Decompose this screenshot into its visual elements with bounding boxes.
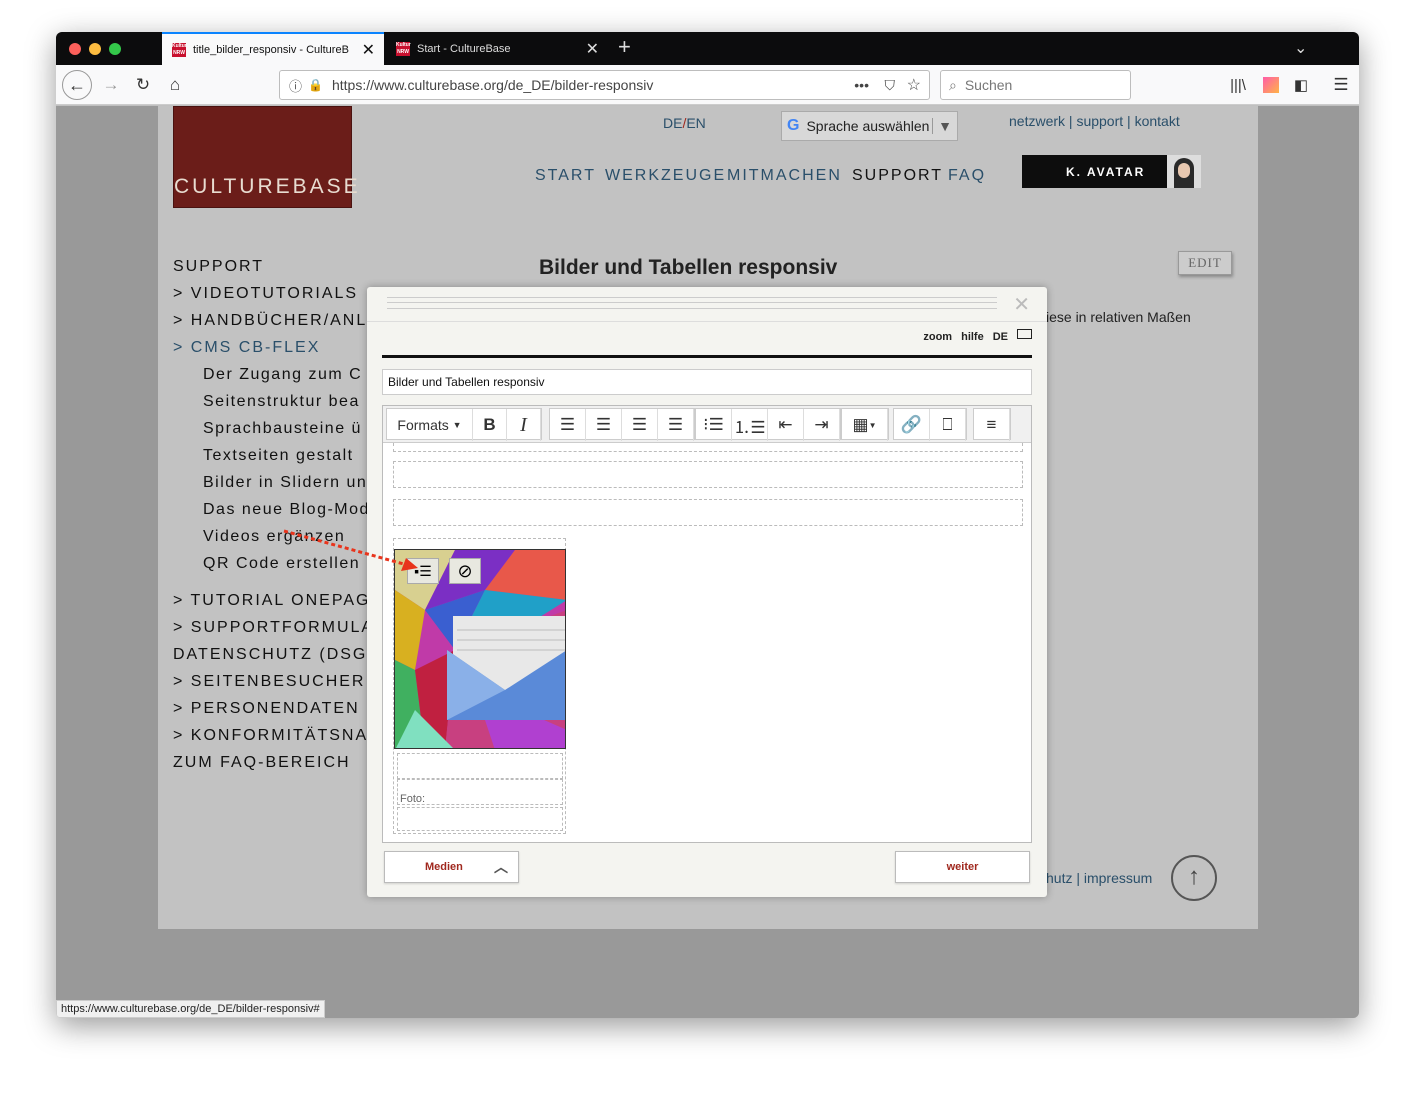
chevron-down-icon[interactable]: ⌄	[1294, 38, 1307, 58]
bookmark-star-icon[interactable]: ☆	[907, 75, 921, 95]
search-field[interactable]: ⌕ Suchen	[940, 70, 1131, 100]
tab-title: title_bilder_responsiv - CultureB	[193, 43, 349, 56]
tab-title: Start - CultureBase	[417, 42, 511, 55]
annotation-arrow	[283, 529, 418, 571]
back-arrow-icon[interactable]: ←	[62, 70, 92, 100]
extension-icon[interactable]	[1258, 65, 1284, 105]
search-placeholder: Suchen	[964, 77, 1013, 93]
home-icon[interactable]: ⌂	[160, 65, 190, 105]
close-tab-icon[interactable]: ✕	[362, 40, 375, 60]
browser-window: Kultur NRW title_bilder_responsiv - Cultu…	[56, 32, 1359, 1018]
tab-inactive[interactable]: Kultur NRW Start - CultureBase ✕	[386, 32, 608, 65]
sidebar-icon[interactable]: ◧	[1288, 65, 1314, 105]
status-bar: https://www.culturebase.org/de_DE/bilder…	[56, 1000, 325, 1018]
lock-icon: 🔒	[308, 78, 323, 92]
minimize-window-button[interactable]	[89, 43, 101, 55]
nrw-favicon-icon: Kultur NRW	[172, 42, 187, 57]
search-icon: ⌕	[949, 76, 957, 93]
tab-bar: Kultur NRW title_bilder_responsiv - Cultu…	[56, 32, 1359, 65]
close-window-button[interactable]	[69, 43, 81, 55]
navigation-bar: ← → ↻ ⌂ ⓘ 🔒 https://www.culturebase.org/…	[56, 65, 1359, 105]
nrw-favicon-icon: Kultur NRW	[396, 41, 411, 56]
forward-arrow-icon[interactable]: →	[96, 65, 126, 105]
zoom-window-button[interactable]	[109, 43, 121, 55]
pocket-icon[interactable]: ⛉	[885, 77, 896, 94]
info-icon[interactable]: ⓘ	[289, 76, 302, 95]
more-icon[interactable]: •••	[854, 77, 869, 93]
close-tab-icon[interactable]: ✕	[586, 39, 599, 59]
new-tab-icon[interactable]: +	[618, 34, 631, 60]
url-text[interactable]: https://www.culturebase.org/de_DE/bilder…	[332, 77, 653, 93]
library-icon[interactable]: |||\	[1224, 65, 1252, 105]
page-viewport: CULTUREBASE DE/EN G Sprache auswählen ▼ …	[56, 106, 1359, 1018]
menu-icon[interactable]: ☰	[1328, 65, 1354, 105]
tab-active[interactable]: Kultur NRW title_bilder_responsiv - Cultu…	[162, 32, 384, 65]
url-bar[interactable]: ⓘ 🔒 https://www.culturebase.org/de_DE/bi…	[279, 70, 930, 100]
reload-icon[interactable]: ↻	[128, 65, 158, 105]
